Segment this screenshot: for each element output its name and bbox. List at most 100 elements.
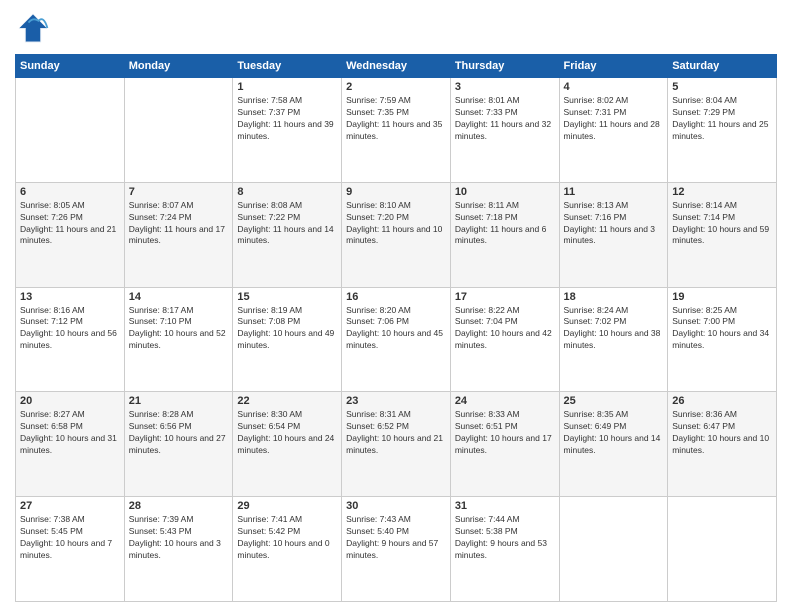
calendar-cell: 22 Sunrise: 8:30 AM Sunset: 6:54 PM Dayli… (233, 392, 342, 497)
day-number: 30 (346, 500, 446, 512)
day-number: 3 (455, 81, 555, 93)
day-header-thursday: Thursday (450, 55, 559, 78)
day-info: Sunrise: 8:33 AM Sunset: 6:51 PM Dayligh… (455, 409, 555, 457)
day-info: Sunrise: 8:22 AM Sunset: 7:04 PM Dayligh… (455, 305, 555, 353)
calendar-cell: 19Sunrise: 8:25 AM Sunset: 7:00 PM Dayli… (668, 287, 777, 392)
day-header-monday: Monday (124, 55, 233, 78)
day-info: Sunrise: 7:38 AM Sunset: 5:45 PM Dayligh… (20, 514, 120, 562)
calendar-cell: 9Sunrise: 8:10 AM Sunset: 7:20 PM Daylig… (342, 182, 451, 287)
day-info: Sunrise: 8:14 AM Sunset: 7:14 PM Dayligh… (672, 200, 772, 248)
calendar-cell: 30 Sunrise: 7:43 AM Sunset: 5:40 PM Dayli… (342, 497, 451, 602)
calendar-cell: 13Sunrise: 8:16 AM Sunset: 7:12 PM Dayli… (16, 287, 125, 392)
day-header-sunday: Sunday (16, 55, 125, 78)
calendar-cell: 12Sunrise: 8:14 AM Sunset: 7:14 PM Dayli… (668, 182, 777, 287)
day-info: Sunrise: 8:01 AM Sunset: 7:33 PM Dayligh… (455, 95, 555, 143)
calendar-cell: 8 Sunrise: 8:08 AM Sunset: 7:22 PM Daylig… (233, 182, 342, 287)
day-info: Sunrise: 7:59 AM Sunset: 7:35 PM Dayligh… (346, 95, 446, 143)
day-info: Sunrise: 7:58 AM Sunset: 7:37 PM Dayligh… (237, 95, 337, 143)
calendar-cell (668, 497, 777, 602)
calendar-cell (124, 78, 233, 183)
day-info: Sunrise: 8:13 AM Sunset: 7:16 PM Dayligh… (564, 200, 664, 248)
calendar-cell: 15 Sunrise: 8:19 AM Sunset: 7:08 PM Dayli… (233, 287, 342, 392)
calendar-cell: 6 Sunrise: 8:05 AM Sunset: 7:26 PM Daylig… (16, 182, 125, 287)
day-number: 26 (672, 395, 772, 407)
day-number: 28 (129, 500, 229, 512)
calendar: SundayMondayTuesdayWednesdayThursdayFrid… (15, 54, 777, 602)
calendar-cell: 28 Sunrise: 7:39 AM Sunset: 5:43 PM Dayli… (124, 497, 233, 602)
week-row-4: 20 Sunrise: 8:27 AM Sunset: 6:58 PM Dayli… (16, 392, 777, 497)
day-info: Sunrise: 7:39 AM Sunset: 5:43 PM Dayligh… (129, 514, 229, 562)
day-info: Sunrise: 8:27 AM Sunset: 6:58 PM Dayligh… (20, 409, 120, 457)
day-number: 25 (564, 395, 664, 407)
day-info: Sunrise: 8:11 AM Sunset: 7:18 PM Dayligh… (455, 200, 555, 248)
day-number: 5 (672, 81, 772, 93)
day-info: Sunrise: 7:43 AM Sunset: 5:40 PM Dayligh… (346, 514, 446, 562)
page: SundayMondayTuesdayWednesdayThursdayFrid… (0, 0, 792, 612)
header (15, 10, 777, 46)
calendar-cell: 5 Sunrise: 8:04 AM Sunset: 7:29 PM Daylig… (668, 78, 777, 183)
calendar-cell: 26 Sunrise: 8:36 AM Sunset: 6:47 PM Dayli… (668, 392, 777, 497)
calendar-cell: 18 Sunrise: 8:24 AM Sunset: 7:02 PM Dayli… (559, 287, 668, 392)
day-header-tuesday: Tuesday (233, 55, 342, 78)
calendar-cell: 7 Sunrise: 8:07 AM Sunset: 7:24 PM Daylig… (124, 182, 233, 287)
calendar-cell: 11 Sunrise: 8:13 AM Sunset: 7:16 PM Dayli… (559, 182, 668, 287)
day-number: 21 (129, 395, 229, 407)
calendar-cell: 10 Sunrise: 8:11 AM Sunset: 7:18 PM Dayli… (450, 182, 559, 287)
day-number: 17 (455, 291, 555, 303)
week-row-1: 1 Sunrise: 7:58 AM Sunset: 7:37 PM Daylig… (16, 78, 777, 183)
day-info: Sunrise: 8:35 AM Sunset: 6:49 PM Dayligh… (564, 409, 664, 457)
day-info: Sunrise: 8:30 AM Sunset: 6:54 PM Dayligh… (237, 409, 337, 457)
day-info: Sunrise: 8:05 AM Sunset: 7:26 PM Dayligh… (20, 200, 120, 248)
day-info: Sunrise: 8:08 AM Sunset: 7:22 PM Dayligh… (237, 200, 337, 248)
day-info: Sunrise: 8:20 AM Sunset: 7:06 PM Dayligh… (346, 305, 446, 353)
day-number: 29 (237, 500, 337, 512)
day-info: Sunrise: 8:24 AM Sunset: 7:02 PM Dayligh… (564, 305, 664, 353)
calendar-cell: 31 Sunrise: 7:44 AM Sunset: 5:38 PM Dayli… (450, 497, 559, 602)
calendar-cell (16, 78, 125, 183)
day-info: Sunrise: 8:17 AM Sunset: 7:10 PM Dayligh… (129, 305, 229, 353)
day-number: 11 (564, 186, 664, 198)
day-info: Sunrise: 8:02 AM Sunset: 7:31 PM Dayligh… (564, 95, 664, 143)
day-info: Sunrise: 8:07 AM Sunset: 7:24 PM Dayligh… (129, 200, 229, 248)
day-number: 10 (455, 186, 555, 198)
calendar-cell: 24 Sunrise: 8:33 AM Sunset: 6:51 PM Dayli… (450, 392, 559, 497)
week-row-5: 27Sunrise: 7:38 AM Sunset: 5:45 PM Dayli… (16, 497, 777, 602)
calendar-cell: 27Sunrise: 7:38 AM Sunset: 5:45 PM Dayli… (16, 497, 125, 602)
calendar-cell: 29Sunrise: 7:41 AM Sunset: 5:42 PM Dayli… (233, 497, 342, 602)
day-number: 19 (672, 291, 772, 303)
day-number: 23 (346, 395, 446, 407)
day-info: Sunrise: 8:31 AM Sunset: 6:52 PM Dayligh… (346, 409, 446, 457)
day-number: 6 (20, 186, 120, 198)
day-info: Sunrise: 7:44 AM Sunset: 5:38 PM Dayligh… (455, 514, 555, 562)
day-info: Sunrise: 8:10 AM Sunset: 7:20 PM Dayligh… (346, 200, 446, 248)
day-number: 7 (129, 186, 229, 198)
day-info: Sunrise: 8:19 AM Sunset: 7:08 PM Dayligh… (237, 305, 337, 353)
day-header-friday: Friday (559, 55, 668, 78)
day-number: 18 (564, 291, 664, 303)
days-header-row: SundayMondayTuesdayWednesdayThursdayFrid… (16, 55, 777, 78)
day-info: Sunrise: 8:36 AM Sunset: 6:47 PM Dayligh… (672, 409, 772, 457)
day-info: Sunrise: 8:04 AM Sunset: 7:29 PM Dayligh… (672, 95, 772, 143)
calendar-cell: 2Sunrise: 7:59 AM Sunset: 7:35 PM Daylig… (342, 78, 451, 183)
calendar-cell: 21Sunrise: 8:28 AM Sunset: 6:56 PM Dayli… (124, 392, 233, 497)
day-number: 22 (237, 395, 337, 407)
calendar-cell: 17 Sunrise: 8:22 AM Sunset: 7:04 PM Dayli… (450, 287, 559, 392)
day-number: 24 (455, 395, 555, 407)
day-number: 31 (455, 500, 555, 512)
calendar-cell: 4 Sunrise: 8:02 AM Sunset: 7:31 PM Daylig… (559, 78, 668, 183)
calendar-cell: 16 Sunrise: 8:20 AM Sunset: 7:06 PM Dayli… (342, 287, 451, 392)
calendar-cell: 1 Sunrise: 7:58 AM Sunset: 7:37 PM Daylig… (233, 78, 342, 183)
week-row-3: 13Sunrise: 8:16 AM Sunset: 7:12 PM Dayli… (16, 287, 777, 392)
day-number: 16 (346, 291, 446, 303)
day-header-wednesday: Wednesday (342, 55, 451, 78)
calendar-cell (559, 497, 668, 602)
day-number: 4 (564, 81, 664, 93)
calendar-cell: 23 Sunrise: 8:31 AM Sunset: 6:52 PM Dayli… (342, 392, 451, 497)
day-number: 15 (237, 291, 337, 303)
day-number: 1 (237, 81, 337, 93)
day-number: 8 (237, 186, 337, 198)
calendar-cell: 25 Sunrise: 8:35 AM Sunset: 6:49 PM Dayli… (559, 392, 668, 497)
logo-icon (15, 10, 51, 46)
day-number: 13 (20, 291, 120, 303)
day-number: 20 (20, 395, 120, 407)
